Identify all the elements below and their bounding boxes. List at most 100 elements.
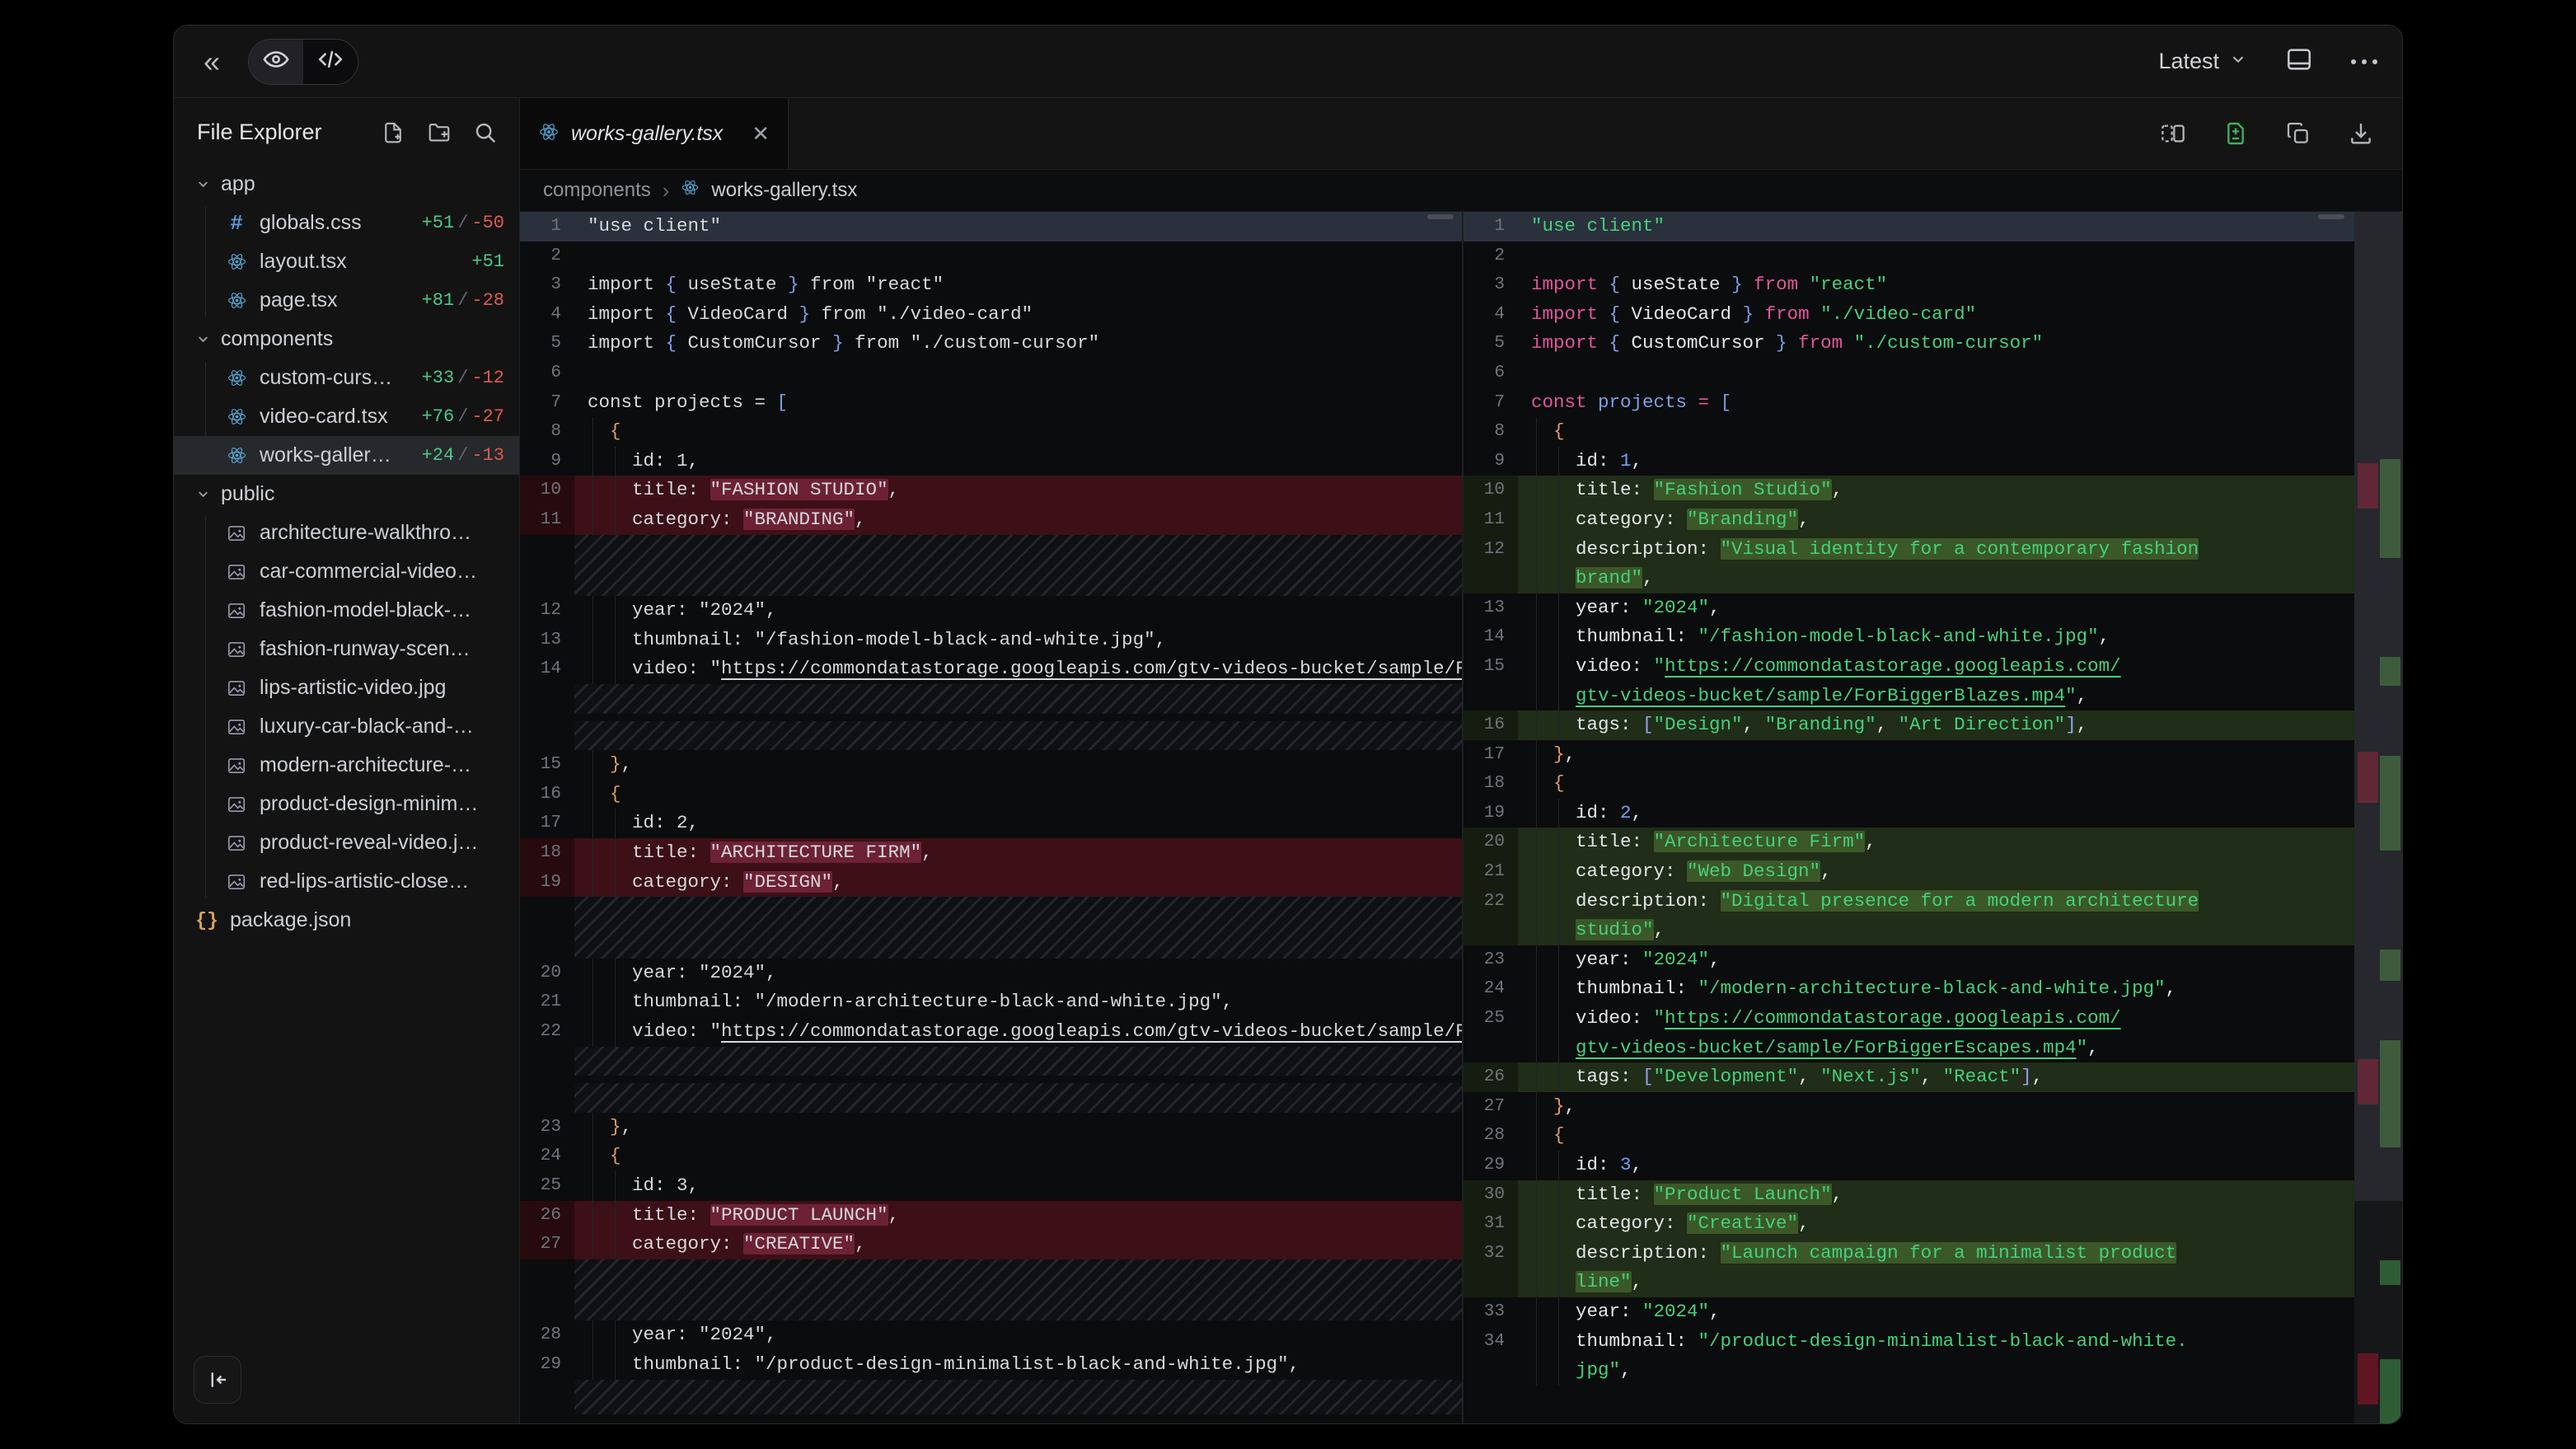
code-line: 12 description: "Visual identity for a c… bbox=[1464, 535, 2402, 565]
code-line: 30 title: "Product Launch", bbox=[1464, 1180, 2402, 1210]
line-number: 2 bbox=[520, 242, 574, 271]
code-line: 9 id: 1, bbox=[520, 447, 1462, 476]
download-icon[interactable] bbox=[2348, 120, 2374, 147]
code-line: 32 description: "Launch campaign for a m… bbox=[1464, 1239, 2402, 1268]
top-toolbar: « Latest bbox=[174, 26, 2402, 98]
diff-pane-old: 1"use client"23import { useState } from … bbox=[520, 212, 1464, 1423]
code-line: 27 category: "CREATIVE", bbox=[520, 1230, 1462, 1259]
line-number: 13 bbox=[1464, 593, 1518, 623]
app-window: « Latest bbox=[173, 25, 2403, 1424]
line-number: 11 bbox=[1464, 505, 1518, 535]
line-number: 24 bbox=[1464, 974, 1518, 1004]
line-number: 22 bbox=[1464, 887, 1518, 917]
search-icon[interactable] bbox=[473, 120, 498, 145]
code-line: 24 { bbox=[520, 1142, 1462, 1171]
scrollbar-thumb[interactable] bbox=[1427, 214, 1454, 219]
line-number: 7 bbox=[1464, 388, 1518, 418]
file-explorer-sidebar: File Explorer app#glob bbox=[174, 98, 520, 1423]
diff-collapsed-spacer bbox=[520, 721, 1462, 751]
sidebar-item-globals.css[interactable]: #globals.css+51/-50 bbox=[174, 204, 519, 242]
tab-close-icon[interactable]: ✕ bbox=[752, 121, 770, 147]
line-number: 6 bbox=[1464, 359, 1518, 388]
line-number: 16 bbox=[1464, 710, 1518, 740]
code-line: 19 id: 2, bbox=[1464, 799, 2402, 828]
sidebar-item-page.tsx[interactable]: page.tsx+81/-28 bbox=[174, 281, 519, 320]
sidebar-item-layout.tsx[interactable]: layout.tsx+51 bbox=[174, 242, 519, 281]
code-line: 5import { CustomCursor } from "./custom-… bbox=[1464, 329, 2402, 359]
sidebar-folder-public[interactable]: public bbox=[174, 475, 519, 513]
line-number: 28 bbox=[1464, 1121, 1518, 1151]
collapse-sidebar-button[interactable] bbox=[194, 1356, 241, 1404]
sidebar-item-works-galler-[interactable]: works-galler…+24/-13 bbox=[174, 436, 519, 475]
code-line: 28 { bbox=[1464, 1121, 2402, 1151]
new-folder-icon[interactable] bbox=[427, 120, 452, 145]
item-label: fashion-model-black-… bbox=[260, 598, 471, 622]
code-toggle-button[interactable] bbox=[303, 40, 358, 84]
split-view-icon[interactable] bbox=[2160, 120, 2186, 147]
layout-panel-icon[interactable] bbox=[2285, 45, 2313, 77]
item-label: app bbox=[221, 172, 255, 196]
breadcrumb-dir[interactable]: components bbox=[543, 179, 651, 202]
line-number: 29 bbox=[1464, 1151, 1518, 1180]
sidebar-item-fashion-runway-scen-[interactable]: fashion-runway-scen… bbox=[174, 630, 519, 668]
diff-view-icon[interactable] bbox=[2222, 120, 2249, 147]
sidebar-item-custom-curs-[interactable]: custom-curs…+33/-12 bbox=[174, 359, 519, 397]
sidebar-item-modern-architecture-[interactable]: modern-architecture-… bbox=[174, 746, 519, 785]
tab-strip: works-gallery.tsx ✕ bbox=[520, 98, 2402, 170]
sidebar-item-product-reveal-video.j-[interactable]: product-reveal-video.j… bbox=[174, 823, 519, 862]
code-line: 28 year: "2024", bbox=[520, 1320, 1462, 1350]
sidebar-item-fashion-model-black-[interactable]: fashion-model-black-… bbox=[174, 591, 519, 630]
react-file-icon bbox=[681, 178, 700, 203]
ruler-addition-mark bbox=[2380, 657, 2400, 686]
scrollbar-thumb[interactable] bbox=[2318, 214, 2344, 219]
code-line: 20 year: "2024", bbox=[520, 959, 1462, 988]
item-label: architecture-walkthro… bbox=[260, 521, 471, 545]
more-options-icon[interactable] bbox=[2351, 59, 2377, 64]
sidebar-item-video-card.tsx[interactable]: video-card.tsx+76/-27 bbox=[174, 397, 519, 436]
eye-icon bbox=[262, 45, 290, 77]
sidebar-folder-components[interactable]: components bbox=[174, 320, 519, 359]
code-line: studio", bbox=[1464, 916, 2402, 945]
ruler-deletion-mark bbox=[2358, 1059, 2378, 1104]
sidebar-folder-app[interactable]: app bbox=[174, 165, 519, 204]
line-number: 19 bbox=[520, 868, 574, 898]
diff-stats: +51/-50 bbox=[422, 213, 504, 233]
preview-toggle-button[interactable] bbox=[249, 40, 303, 84]
tree-indent-guide bbox=[205, 517, 206, 898]
version-dropdown[interactable]: Latest bbox=[2158, 49, 2247, 74]
sidebar-item-product-design-minim-[interactable]: product-design-minim… bbox=[174, 785, 519, 823]
line-number: 15 bbox=[1464, 652, 1518, 682]
breadcrumb: components › works-gallery.tsx bbox=[520, 170, 2402, 211]
line-number: 20 bbox=[1464, 828, 1518, 857]
collapse-chat-icon[interactable]: « bbox=[199, 47, 225, 77]
image-file-icon bbox=[225, 832, 248, 854]
image-file-icon bbox=[225, 871, 248, 893]
sidebar-item-package.json[interactable]: {}package.json bbox=[174, 901, 519, 940]
code-line: 14 thumbnail: "/fashion-model-black-and-… bbox=[1464, 622, 2402, 652]
code-line: 14 video: "https://commondatastorage.goo… bbox=[520, 654, 1462, 684]
code-line: 13 thumbnail: "/fashion-model-black-and-… bbox=[520, 626, 1462, 655]
code-line: 26 tags: ["Development", "Next.js", "Rea… bbox=[1464, 1062, 2402, 1092]
code-line: 21 category: "Web Design", bbox=[1464, 857, 2402, 887]
item-label: layout.tsx bbox=[260, 250, 347, 274]
line-number: 16 bbox=[520, 780, 574, 809]
item-label: components bbox=[221, 327, 333, 351]
diff-overview-ruler[interactable] bbox=[2354, 212, 2402, 1423]
sidebar-item-car-commercial-video-[interactable]: car-commercial-video… bbox=[174, 552, 519, 591]
line-number: 9 bbox=[520, 447, 574, 476]
toolbar-right-group: Latest bbox=[2158, 45, 2377, 77]
diff-stats: +81/-28 bbox=[422, 290, 504, 311]
sidebar-item-architecture-walkthro-[interactable]: architecture-walkthro… bbox=[174, 513, 519, 552]
react-file-icon bbox=[225, 406, 248, 427]
code-line: 3import { useState } from "react" bbox=[1464, 270, 2402, 300]
line-number: 1 bbox=[520, 212, 574, 242]
file-tree: app #globals.css+51/-50layout.tsx+51page.… bbox=[174, 165, 519, 1423]
sidebar-item-lips-artistic-video.jpg[interactable]: lips-artistic-video.jpg bbox=[174, 668, 519, 707]
diff-collapsed-spacer bbox=[520, 1083, 1462, 1113]
sidebar-item-luxury-car-black-and-[interactable]: luxury-car-black-and-… bbox=[174, 707, 519, 746]
tab-works-gallery[interactable]: works-gallery.tsx ✕ bbox=[520, 98, 789, 169]
code-line: 6 bbox=[520, 359, 1462, 388]
sidebar-item-red-lips-artistic-close-[interactable]: red-lips-artistic-close… bbox=[174, 862, 519, 901]
new-file-icon[interactable] bbox=[381, 120, 405, 145]
copy-icon[interactable] bbox=[2285, 120, 2311, 147]
